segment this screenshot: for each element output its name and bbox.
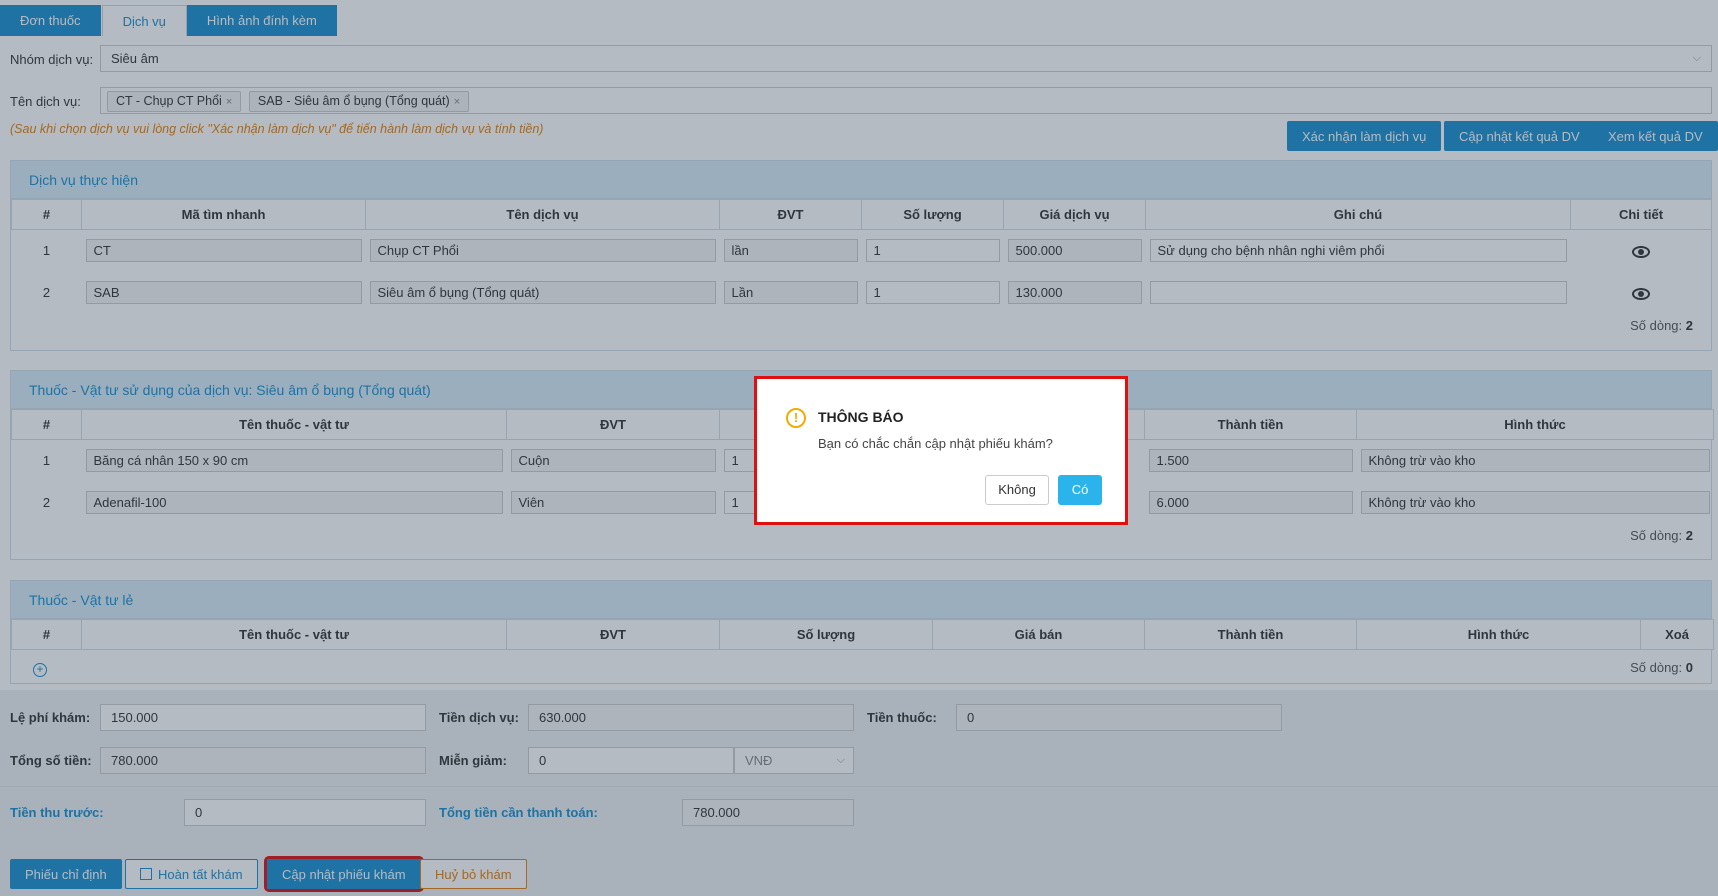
- warning-icon: !: [786, 408, 806, 428]
- dialog-yes-button[interactable]: Có: [1058, 475, 1102, 505]
- confirm-dialog: ! THÔNG BÁO Bạn có chắc chắn cập nhật ph…: [754, 376, 1128, 525]
- dialog-no-button[interactable]: Không: [985, 475, 1049, 505]
- dialog-message: Bạn có chắc chắn cập nhật phiếu khám?: [818, 436, 1053, 451]
- page: Đơn thuốc Dịch vụ Hình ảnh đính kèm Nhóm…: [0, 0, 1718, 896]
- dialog-title: THÔNG BÁO: [818, 409, 904, 425]
